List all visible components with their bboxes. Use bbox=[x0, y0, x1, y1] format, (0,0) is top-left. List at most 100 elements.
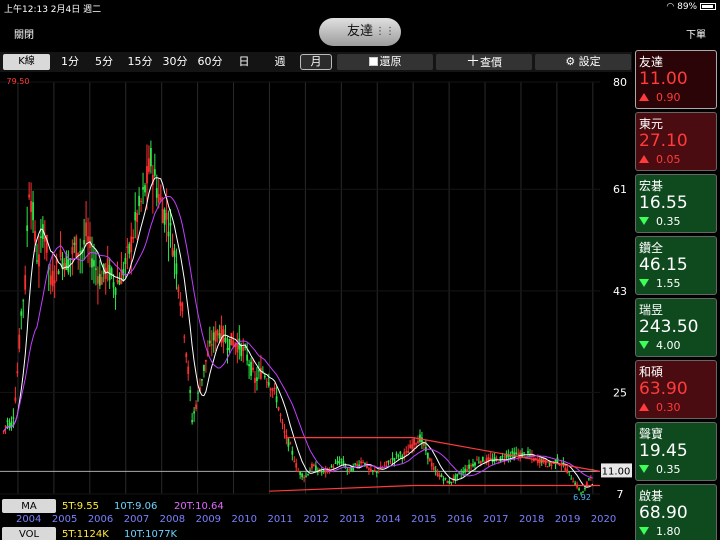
restore-button[interactable]: 還原 bbox=[337, 54, 433, 70]
close-button[interactable]: 關閉 bbox=[14, 26, 34, 41]
candle-body bbox=[434, 470, 437, 472]
watchlist-stock-name: 宏碁 bbox=[639, 179, 664, 193]
candle-body bbox=[340, 458, 343, 461]
candle-body bbox=[305, 475, 307, 477]
candle-body bbox=[228, 338, 231, 351]
candle-body bbox=[574, 482, 577, 485]
candle-body bbox=[281, 421, 284, 424]
candle-body bbox=[8, 422, 11, 429]
candle-body bbox=[399, 451, 402, 454]
watchlist-item[interactable]: 友達 11.00 0.90 bbox=[635, 50, 717, 109]
candle-body bbox=[203, 364, 205, 371]
vol-tag[interactable]: VOL bbox=[2, 527, 56, 540]
candle-body bbox=[415, 443, 417, 445]
x-tick-label: 2009 bbox=[195, 514, 222, 525]
up-arrow-icon bbox=[639, 155, 649, 163]
candle-body bbox=[371, 470, 374, 472]
candle-body bbox=[22, 300, 25, 302]
candle-body bbox=[179, 301, 182, 306]
candle-body bbox=[20, 311, 23, 316]
candle-body bbox=[197, 392, 199, 394]
candle-body bbox=[334, 463, 337, 465]
candle-body bbox=[499, 456, 502, 462]
candle-body bbox=[279, 414, 282, 416]
candle-body bbox=[477, 461, 480, 463]
watchlist-stock-name: 東元 bbox=[639, 117, 664, 131]
watchlist: 友達 11.00 0.90 東元 27.10 0.05 宏碁 16.55 0.35 鑽全 46.15… bbox=[635, 50, 720, 540]
watchlist-item[interactable]: 宏碁 16.55 0.35 bbox=[635, 174, 717, 233]
watchlist-item[interactable]: 瑞昱 243.50 4.00 bbox=[635, 298, 717, 357]
candle-body bbox=[155, 188, 158, 198]
candle-body bbox=[297, 471, 300, 473]
y-tick-label: 61 bbox=[613, 183, 627, 196]
price-chart[interactable]: 80 61 43 25 7 11.00 79.50 6.92 bbox=[0, 74, 632, 500]
candle-body bbox=[503, 458, 506, 460]
candle-body bbox=[511, 451, 514, 454]
candle-body bbox=[426, 452, 429, 459]
candle-body bbox=[295, 463, 298, 468]
watchlist-item[interactable]: 聲寶 19.45 0.35 bbox=[635, 422, 717, 481]
ma-tag[interactable]: MA bbox=[2, 499, 56, 513]
candle-body bbox=[369, 468, 372, 472]
candle-body bbox=[240, 344, 243, 357]
candle-body bbox=[423, 443, 425, 446]
down-arrow-icon bbox=[639, 217, 649, 225]
candle-body bbox=[362, 462, 364, 464]
candle-body bbox=[100, 277, 103, 285]
watchlist-price: 11.00 bbox=[639, 69, 688, 89]
x-tick-label: 2015 bbox=[411, 514, 437, 525]
watchlist-item[interactable]: 啟碁 68.90 1.80 bbox=[635, 484, 717, 540]
restore-checkbox[interactable] bbox=[368, 57, 378, 66]
candle-body bbox=[26, 225, 29, 231]
period-60min[interactable]: 60分 bbox=[194, 54, 226, 70]
watchlist-change: 0.30 bbox=[639, 401, 681, 414]
down-arrow-icon bbox=[639, 279, 649, 287]
price-chart-svg[interactable]: 80614325711.0079.506.92 bbox=[0, 74, 632, 500]
candle-body bbox=[75, 236, 78, 258]
candle-body bbox=[501, 455, 504, 457]
candle-body bbox=[85, 222, 87, 237]
upper-trendline bbox=[287, 437, 601, 472]
x-tick-label: 2010 bbox=[231, 514, 257, 525]
candle-body bbox=[454, 475, 457, 480]
candle-body bbox=[263, 375, 266, 378]
candle-body bbox=[495, 458, 498, 460]
candle-body bbox=[283, 431, 286, 433]
candle-body bbox=[411, 444, 414, 449]
restore-label: 還原 bbox=[379, 55, 402, 68]
watchlist-item[interactable]: 鑽全 46.15 1.55 bbox=[635, 236, 717, 295]
period-week[interactable]: 週 bbox=[270, 54, 290, 70]
candle-body bbox=[481, 457, 484, 462]
candle-body bbox=[468, 464, 470, 469]
watchlist-change: 0.05 bbox=[639, 153, 681, 166]
watchlist-item[interactable]: 東元 27.10 0.05 bbox=[635, 112, 717, 171]
lower-trendline bbox=[269, 484, 600, 492]
candle-body bbox=[73, 242, 76, 245]
period-day[interactable]: 日 bbox=[234, 54, 254, 70]
stock-selector[interactable]: 友達 ⋮⋮ bbox=[319, 18, 401, 46]
watchlist-change-value: 1.55 bbox=[656, 277, 681, 290]
x-tick-label: 2004 bbox=[15, 514, 42, 525]
x-tick-label: 2018 bbox=[518, 514, 545, 525]
candle-body bbox=[397, 455, 400, 457]
period-30min[interactable]: 30分 bbox=[159, 54, 191, 70]
candle-body bbox=[405, 451, 408, 453]
candle-body bbox=[287, 438, 290, 447]
candle-body bbox=[246, 354, 249, 361]
kline-button[interactable]: K線 bbox=[3, 54, 50, 70]
period-1min[interactable]: 1分 bbox=[58, 54, 82, 70]
period-month[interactable]: 月 bbox=[300, 54, 332, 70]
order-button[interactable]: 下單 bbox=[686, 26, 706, 41]
period-15min[interactable]: 15分 bbox=[124, 54, 156, 70]
watchlist-item[interactable]: 和碩 63.90 0.30 bbox=[635, 360, 717, 419]
lookup-button[interactable]: ＋查價 bbox=[436, 54, 532, 70]
candle-body bbox=[409, 444, 412, 449]
ma-row: MA 5T:9.55 10T:9.06 20T:10.64 bbox=[0, 499, 632, 514]
candle-body bbox=[432, 466, 435, 470]
candle-body bbox=[259, 367, 262, 379]
settings-button[interactable]: ⚙ 設定 bbox=[535, 54, 631, 70]
candle-body bbox=[436, 472, 439, 476]
candle-body bbox=[395, 453, 398, 455]
candle-body bbox=[232, 340, 235, 347]
period-5min[interactable]: 5分 bbox=[92, 54, 116, 70]
